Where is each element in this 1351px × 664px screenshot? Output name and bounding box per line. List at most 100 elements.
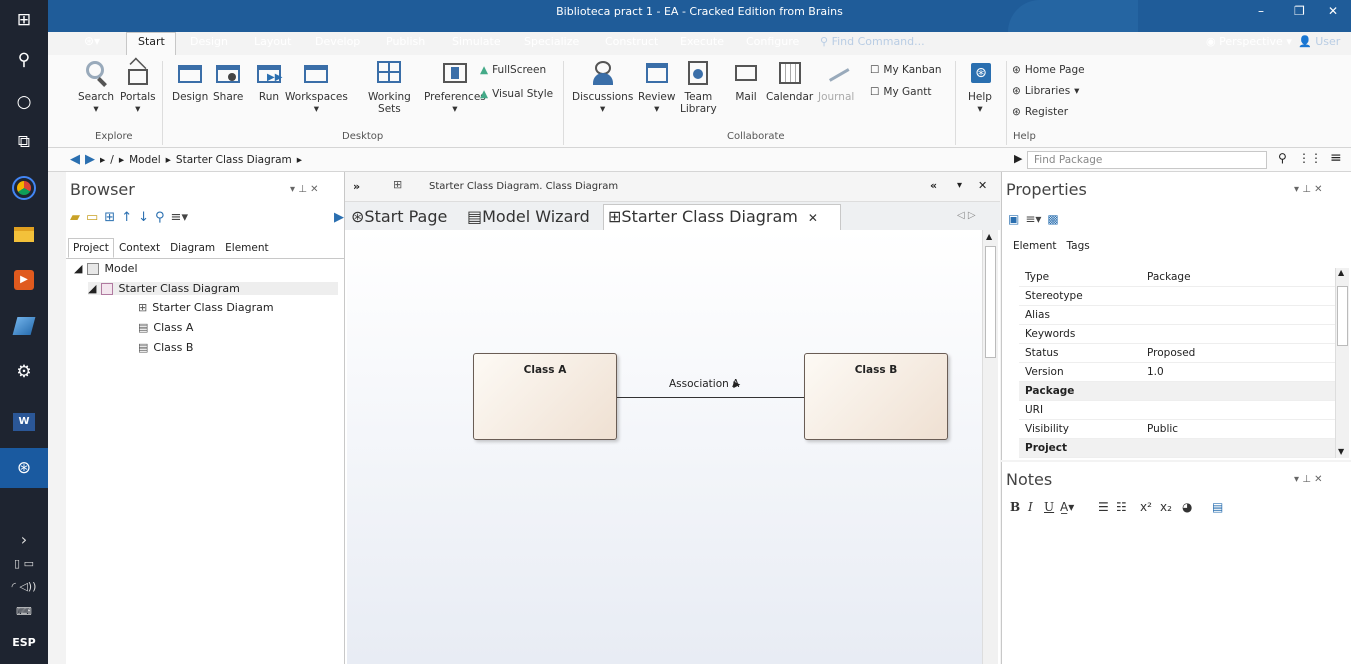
association-line[interactable] (617, 397, 804, 398)
property-value[interactable]: Public (1147, 423, 1178, 435)
class-a-element[interactable]: Class A (473, 353, 617, 440)
media-player-icon[interactable]: ▶ (0, 260, 48, 300)
perspective-menu[interactable]: ◉ Perspective ▾ (1206, 35, 1292, 48)
expand-panels-icon[interactable]: » (353, 180, 360, 193)
mail-button[interactable]: Mail (732, 59, 760, 103)
locate-icon[interactable]: ⚲ (155, 210, 165, 225)
scroll-up-icon[interactable]: ▲ (1336, 268, 1349, 277)
tab-start[interactable]: Start (138, 35, 165, 48)
property-row[interactable]: Version 1.0 (1019, 363, 1341, 382)
document-icon[interactable]: ▤ (1212, 500, 1223, 514)
tree-item-class-b[interactable]: ▤ Class B (138, 341, 193, 354)
tab-context[interactable]: Context (114, 238, 165, 258)
tab-construct[interactable]: Construct (605, 35, 658, 48)
design-button[interactable]: Design (172, 59, 208, 103)
tab-configure[interactable]: Configure (746, 35, 799, 48)
register-button[interactable]: ⊛ Register (1012, 106, 1068, 118)
search-icon[interactable]: ⚲ (0, 40, 48, 80)
tab-element[interactable]: Element (1008, 236, 1061, 256)
wifi-volume-icon[interactable]: ◜ ◁)) (0, 580, 48, 593)
team-library-button[interactable]: Team Library (680, 59, 717, 115)
minimize-button[interactable]: – (1258, 4, 1264, 18)
scroll-thumb[interactable] (985, 246, 996, 358)
expand-icon[interactable]: ◢ (88, 282, 96, 295)
notes-panel-controls[interactable]: ▾ ⊥ ✕ (1294, 474, 1322, 485)
move-down-icon[interactable]: ↓ (138, 210, 149, 225)
find-package-arrow-icon[interactable]: ▶ (1014, 152, 1022, 165)
italic-button[interactable]: I (1028, 500, 1033, 514)
help-button[interactable]: ⊛ Help ▾ (966, 59, 994, 115)
new-folder-icon[interactable]: ▭ (86, 210, 98, 225)
journal-button[interactable]: Journal (818, 59, 854, 103)
tab-specialize[interactable]: Specialize (524, 35, 579, 48)
save-icon[interactable]: ▣ (1008, 212, 1019, 226)
settings-gear-icon[interactable]: ⚙ (0, 352, 48, 392)
breadcrumb-root[interactable]: / (110, 154, 114, 166)
subscript-icon[interactable]: x₂ (1160, 500, 1172, 514)
filter-icon[interactable]: ⋮⋮ (1298, 151, 1322, 165)
menu-icon[interactable]: ≡ (1330, 150, 1342, 166)
tab-model-wizard[interactable]: ▤Model Wizard (467, 207, 590, 226)
expand-icon[interactable]: ◢ (74, 262, 82, 275)
find-package-input[interactable]: Find Package (1027, 151, 1267, 169)
run-button[interactable]: ▶▶ Run (255, 59, 283, 103)
property-row[interactable]: Status Proposed (1019, 344, 1341, 363)
properties-panel-controls[interactable]: ▾ ⊥ ✕ (1294, 184, 1322, 195)
enterprise-architect-icon[interactable]: ⊛ (0, 448, 48, 488)
user-menu[interactable]: 👤 User (1298, 35, 1340, 48)
word-icon[interactable]: W (0, 402, 48, 442)
property-row[interactable]: Package (1019, 382, 1341, 401)
tab-project[interactable]: Project (68, 238, 114, 258)
forward-icon[interactable]: ▶ (85, 152, 95, 167)
portals-button[interactable]: Portals ▾ (120, 57, 156, 115)
close-diagram-icon[interactable]: ✕ (978, 179, 987, 192)
tree-item-package[interactable]: ◢ Starter Class Diagram (88, 282, 338, 295)
property-row[interactable]: Project (1019, 439, 1341, 458)
my-kanban-button[interactable]: ☐ My Kanban (870, 64, 942, 76)
discussions-button[interactable]: Discussions ▾ (572, 59, 633, 115)
numbered-list-icon[interactable]: ☷ (1116, 500, 1127, 514)
close-tab-icon[interactable]: ✕ (808, 211, 818, 225)
windows-start-icon[interactable]: ⊞ (0, 0, 48, 40)
insert-object-icon[interactable]: ◕ (1182, 500, 1192, 514)
property-row[interactable]: Stereotype (1019, 287, 1341, 306)
property-row[interactable]: Alias (1019, 306, 1341, 325)
property-row[interactable]: Keywords (1019, 325, 1341, 344)
workspaces-button[interactable]: Workspaces ▾ (285, 59, 348, 115)
file-explorer-icon[interactable] (0, 214, 48, 254)
visual-style-button[interactable]: ▲ Visual Style (480, 88, 553, 100)
find-command-input[interactable]: ⚲ Find Command... (820, 35, 925, 48)
browser-expand-icon[interactable]: ▶ (334, 210, 344, 225)
tab-layout[interactable]: Layout (254, 35, 291, 48)
property-row[interactable]: URI (1019, 401, 1341, 420)
association-label[interactable]: Association A▶ (669, 378, 740, 390)
browser-panel-controls[interactable]: ▾ ⊥ ✕ (290, 184, 318, 195)
app-menu-icon[interactable]: ⊛▾ (84, 34, 100, 48)
font-color-icon[interactable]: A̲▾ (1060, 500, 1074, 514)
bullet-list-icon[interactable]: ☰ (1098, 500, 1109, 514)
properties-extra-icon[interactable]: ▩ (1047, 212, 1058, 226)
scroll-up-icon[interactable]: ▲ (986, 232, 992, 241)
property-value[interactable]: 1.0 (1147, 366, 1164, 378)
property-value[interactable]: Proposed (1147, 347, 1195, 359)
app-icon[interactable] (0, 306, 48, 346)
diagram-scrollbar[interactable]: ▲ (982, 230, 998, 664)
diagram-canvas[interactable]: Class A Class B Association A▶ (347, 230, 982, 664)
properties-scrollbar[interactable]: ▲ ▼ (1335, 268, 1349, 458)
find-search-icon[interactable]: ⚲ (1278, 151, 1287, 165)
property-row[interactable]: Type Package (1019, 268, 1341, 287)
back-icon[interactable]: ◀ (70, 152, 80, 167)
fullscreen-button[interactable]: ▲ FullScreen (480, 64, 546, 76)
move-up-icon[interactable]: ↑ (121, 210, 132, 225)
close-button[interactable]: ✕ (1328, 4, 1338, 18)
browser-menu-icon[interactable]: ≡▾ (171, 210, 188, 225)
tab-diagram[interactable]: Diagram (165, 238, 220, 258)
keyboard-icon[interactable]: ⌨ (0, 605, 48, 618)
tab-tags[interactable]: Tags (1061, 236, 1094, 256)
review-button[interactable]: Review ▾ (638, 59, 675, 115)
tray-icons-row1[interactable]: ▯ ▭ (0, 557, 48, 570)
tab-scroll-arrows[interactable]: ◁ ▷ (957, 210, 976, 221)
collapse-panels-icon[interactable]: « (930, 179, 937, 192)
properties-menu-icon[interactable]: ≡▾ (1025, 212, 1041, 226)
tab-starter-class-diagram[interactable]: ⊞Starter Class Diagram ✕ (608, 207, 818, 226)
